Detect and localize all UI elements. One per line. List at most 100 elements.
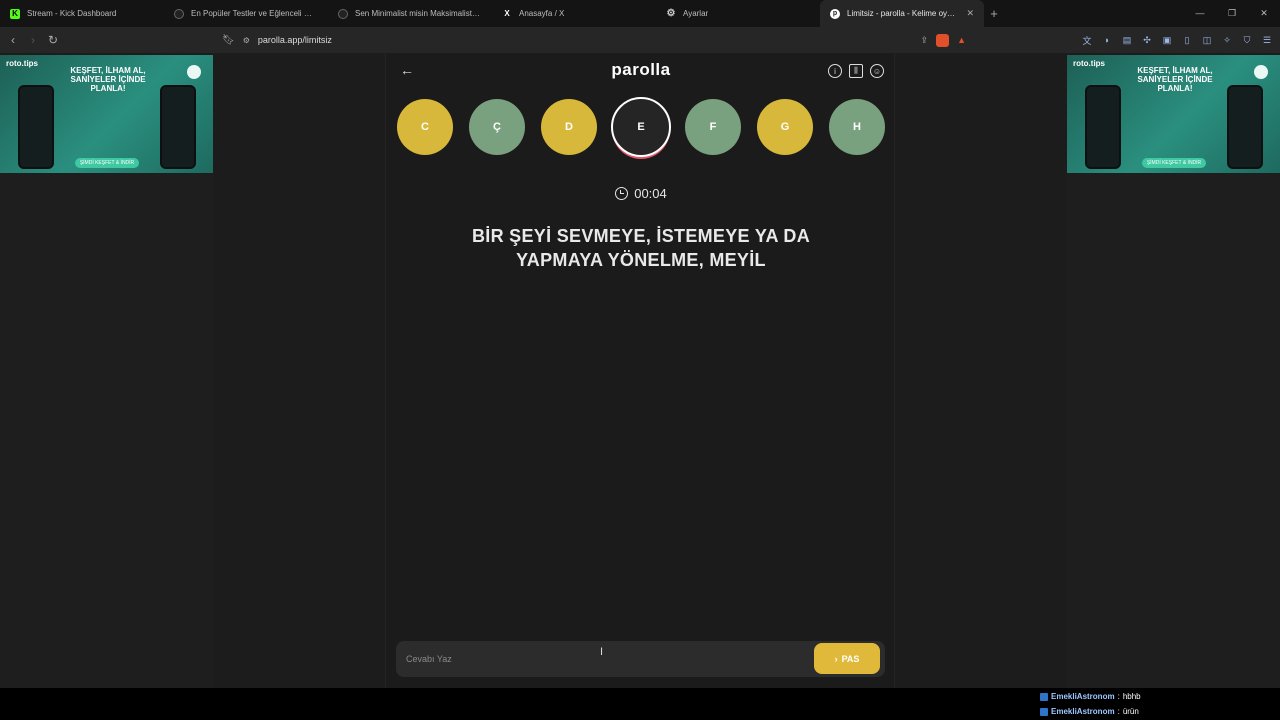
chat-text: ürün <box>1122 707 1139 716</box>
tab-label: Ayarlar <box>683 9 709 18</box>
phone-image <box>1227 85 1263 169</box>
brave-shield-icon[interactable] <box>936 33 950 47</box>
vpn-icon[interactable]: ⛉ <box>1240 33 1254 47</box>
ad-cta-button[interactable]: ŞİMDİ KEŞFET & İNDİR <box>1142 158 1206 168</box>
tab-label: Sen Minimalist misin Maksimalist mi? <box>355 9 482 18</box>
left-ad-rail <box>0 173 213 688</box>
ad-dot-icon <box>187 65 201 79</box>
right-banner-ad[interactable]: roto.tips KEŞFET, İLHAM AL, SANİYELER İÇ… <box>1067 55 1280 173</box>
leo-icon[interactable]: ✧ <box>1220 33 1234 47</box>
letter-f[interactable]: F <box>685 99 741 155</box>
stats-icon[interactable]: ⫼ <box>849 64 863 78</box>
url-field[interactable]: 🔖︎ ⚙ parolla.app/limitsiz ⇪ ▲ <box>222 30 966 50</box>
chat-colon: : <box>1117 692 1120 701</box>
window-controls: — ❐ ✕ <box>1184 0 1280 27</box>
letter-c[interactable]: C <box>397 99 453 155</box>
parolla-icon: p <box>830 8 840 19</box>
game-header: ← parolla i ⫼ ☺ <box>386 53 896 89</box>
extensions-bar: 文 ◗ ▤ ✣ ▣ ▯ ◫ ✧ ⛉ ☰ <box>1080 30 1274 50</box>
tab-kick-dashboard[interactable]: K Stream - Kick Dashboard <box>0 0 164 27</box>
url-text: parolla.app/limitsiz <box>257 35 332 45</box>
chat-badge-icon <box>1040 707 1048 716</box>
game-panel: ← parolla i ⫼ ☺ C Ç D E F G H 00:04 BİR … <box>385 53 895 688</box>
letter-d[interactable]: D <box>541 99 597 155</box>
browser-tab-bar: K Stream - Kick Dashboard En Popüler Tes… <box>0 0 1280 27</box>
timer-value: 00:04 <box>634 186 667 201</box>
forward-nav-icon[interactable]: › <box>23 33 43 47</box>
ad-brand: roto.tips <box>1073 59 1105 68</box>
page-content: roto.tips KEŞFET, İLHAM AL, SANİYELER İÇ… <box>0 53 1280 688</box>
pass-label: PAS <box>841 653 860 664</box>
screenshot-icon[interactable]: ▣ <box>1160 33 1174 47</box>
phone-image <box>18 85 54 169</box>
chat-text: hbhb <box>1122 692 1141 701</box>
new-tab-icon[interactable]: + <box>984 6 1004 21</box>
tab-parolla-limitsiz[interactable]: p Limitsiz - parolla - Kelime oyunu ✕ <box>820 0 984 27</box>
chevron-right-icon: › <box>834 653 838 664</box>
phone-image <box>1085 85 1121 169</box>
timer: 00:04 <box>386 186 896 201</box>
quiz-icon <box>338 8 348 19</box>
letter-row: C Ç D E F G H <box>397 97 887 157</box>
gear-icon: ⚙ <box>666 8 676 19</box>
close-tab-icon[interactable]: ✕ <box>966 8 974 19</box>
ad-headline: KEŞFET, İLHAM AL, SANİYELER İÇİNDE PLANL… <box>1137 66 1213 93</box>
chat-user: EmekliAstronom <box>1051 692 1115 701</box>
ad-cta-button[interactable]: ŞİMDİ KEŞFET & İNDİR <box>75 158 139 168</box>
letter-c-cedilla[interactable]: Ç <box>469 99 525 155</box>
kick-icon: K <box>10 8 20 19</box>
answer-input[interactable] <box>406 650 786 668</box>
profile-icon[interactable]: ☺ <box>870 64 884 78</box>
address-bar: ‹ › ↻ 🔖︎ ⚙ parolla.app/limitsiz ⇪ ▲ 文 ◗ … <box>0 27 1280 53</box>
tab-label: Limitsiz - parolla - Kelime oyunu <box>847 9 960 18</box>
chat-message: EmekliAstronom : ürün <box>1040 707 1139 716</box>
stream-overlay: EmekliAstronom : hbhb EmekliAstronom : ü… <box>0 688 1280 720</box>
letter-e-current[interactable]: E <box>611 97 671 157</box>
answer-bar: › PAS <box>396 641 885 677</box>
pass-button[interactable]: › PAS <box>814 643 880 674</box>
quiz-icon <box>174 8 184 19</box>
translate-icon[interactable]: 文 <box>1080 33 1094 47</box>
letter-g[interactable]: G <box>757 99 813 155</box>
left-banner-ad[interactable]: roto.tips KEŞFET, İLHAM AL, SANİYELER İÇ… <box>0 55 213 173</box>
tab-x-home[interactable]: X Anasayfa / X <box>492 0 656 27</box>
text-cursor-icon: I <box>600 646 604 658</box>
site-info-icon[interactable]: ⚙ <box>243 36 250 45</box>
restore-icon[interactable]: ❐ <box>1216 0 1248 27</box>
chat-badge-icon <box>1040 692 1048 701</box>
share-icon[interactable]: ⇪ <box>921 35 929 46</box>
chat-message: EmekliAstronom : hbhb <box>1040 692 1141 701</box>
ad-brand: roto.tips <box>6 59 38 68</box>
letter-h[interactable]: H <box>829 99 885 155</box>
tab-quiz-minimalist[interactable]: Sen Minimalist misin Maksimalist mi? <box>328 0 492 27</box>
phone-image <box>160 85 196 169</box>
back-nav-icon[interactable]: ‹ <box>3 33 23 47</box>
x-icon: X <box>504 9 510 18</box>
reader-icon[interactable]: ▤ <box>1120 33 1134 47</box>
menu-icon[interactable]: ☰ <box>1260 33 1274 47</box>
header-icons: i ⫼ ☺ <box>828 64 884 78</box>
question-text: BİR ŞEYİ SEVMEYE, İSTEMEYE YA DA YAPMAYA… <box>471 226 811 270</box>
ad-headline: KEŞFET, İLHAM AL, SANİYELER İÇİNDE PLANL… <box>70 66 146 93</box>
audio-icon[interactable]: ◗ <box>1100 33 1114 47</box>
reload-icon[interactable]: ↻ <box>43 33 63 47</box>
tab-label: En Popüler Testler ve Eğlenceli Quizler <box>191 9 318 18</box>
extensions-icon[interactable]: ✣ <box>1140 33 1154 47</box>
parolla-logo: parolla <box>611 60 671 79</box>
tab-label: Anasayfa / X <box>519 9 565 18</box>
sidebar-icon[interactable]: ▯ <box>1180 33 1194 47</box>
close-window-icon[interactable]: ✕ <box>1248 0 1280 27</box>
brave-rewards-icon[interactable]: ▲ <box>957 35 966 45</box>
tab-quiz-popular[interactable]: En Popüler Testler ve Eğlenceli Quizler <box>164 0 328 27</box>
minimize-icon[interactable]: — <box>1184 0 1216 27</box>
right-ad-rail <box>1067 173 1280 688</box>
clock-icon <box>615 187 629 200</box>
chat-user: EmekliAstronom <box>1051 707 1115 716</box>
chat-colon: : <box>1117 707 1120 716</box>
info-icon[interactable]: i <box>828 64 842 78</box>
wallet-icon[interactable]: ◫ <box>1200 33 1214 47</box>
bookmark-icon[interactable]: 🔖︎ <box>222 35 235 46</box>
ad-dot-icon <box>1254 65 1268 79</box>
tab-settings[interactable]: ⚙ Ayarlar <box>656 0 820 27</box>
tab-label: Stream - Kick Dashboard <box>27 9 117 18</box>
